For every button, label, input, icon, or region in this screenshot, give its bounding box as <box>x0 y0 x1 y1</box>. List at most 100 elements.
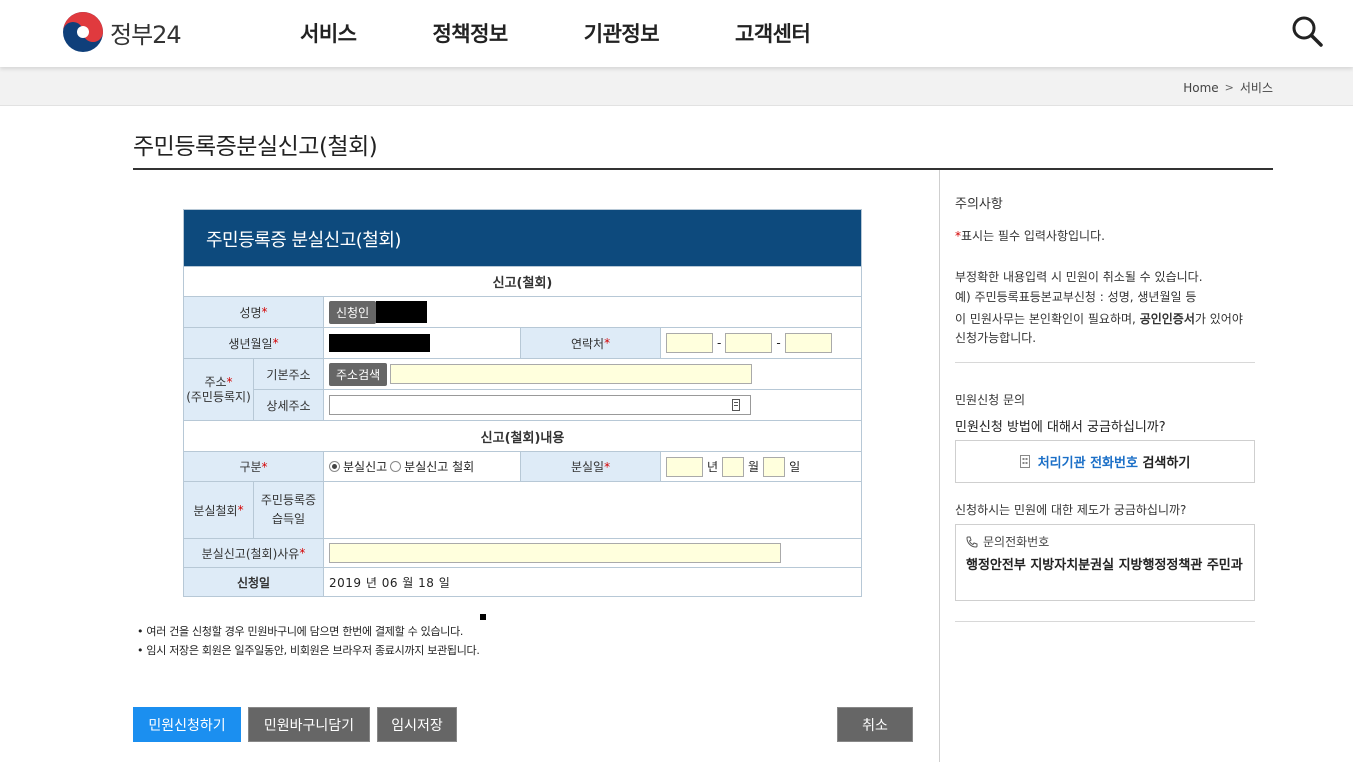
phone-part1-input[interactable] <box>666 333 713 353</box>
reason-value <box>324 539 861 567</box>
title-divider <box>133 168 1273 170</box>
phone-icon <box>966 536 978 548</box>
phone-org: 행정안전부 지방자치분권실 지방행정정책관 주민과 <box>966 558 1243 573</box>
contact-label: 연락처 * <box>521 328 661 358</box>
logo[interactable]: 정부24 <box>62 11 182 53</box>
note-temp-save: • 임시 저장은 회원은 일주일동안, 비회원은 브라우저 종료시까지 보관됩니… <box>137 644 480 657</box>
withdraw-label: 분실철회 * <box>184 482 254 538</box>
type-label: 구분 * <box>184 452 324 481</box>
lost-date-label-text: 분실일 <box>570 460 605 474</box>
note-basket: • 여러 건을 신청할 경우 민원바구니에 담으면 한번에 결제할 수 있습니다… <box>137 625 464 638</box>
required-mark: * <box>261 305 268 319</box>
address-label-text: 주소 <box>204 374 227 389</box>
breadcrumb-bar: Home > 서비스 <box>0 67 1353 106</box>
required-note: *표시는 필수 입력사항입니다. <box>955 227 1105 244</box>
inquiry-question: 민원신청 방법에 대해서 궁금하십니까? <box>955 420 1166 435</box>
agency-phone-search-button[interactable]: 처리기관 전화번호 검색하기 <box>955 440 1255 483</box>
chevron-right-icon: > <box>1224 81 1234 94</box>
system-question: 신청하시는 민원에 대한 제도가 궁금하십니까? <box>955 503 1187 517</box>
required-mark: * <box>272 336 279 350</box>
section-content-label: 신고(철회)내용 <box>480 430 565 446</box>
vertical-divider <box>939 170 940 762</box>
phone-info-box: 문의전화번호 행정안전부 지방자치분권실 지방행정정책관 주민과 <box>955 524 1255 601</box>
reason-input[interactable] <box>329 543 781 563</box>
breadcrumb-home[interactable]: Home <box>1183 81 1218 95</box>
keyboard-icon[interactable] <box>732 399 740 412</box>
marker-dot <box>480 614 486 620</box>
required-mark: * <box>237 503 244 517</box>
lost-day-input[interactable] <box>763 456 786 477</box>
found-date-value[interactable] <box>324 482 861 538</box>
lost-month-input[interactable] <box>722 456 745 477</box>
required-mark: * <box>226 374 233 389</box>
required-mark: * <box>299 546 306 560</box>
basic-address-input[interactable] <box>390 364 753 385</box>
lost-date-value: 년 월 일 <box>661 452 861 481</box>
basic-address-label: 기본주소 <box>254 359 324 390</box>
agency-search-text[interactable]: 검색하기 <box>1142 452 1190 471</box>
birth-label-text: 생년월일 <box>228 336 273 351</box>
found-date-label: 주민등록증 습득일 <box>254 482 324 538</box>
main-nav: 서비스 정책정보 기관정보 고객센터 <box>300 18 886 48</box>
detail-address-row: 상세주소 <box>254 389 861 420</box>
nav-customer[interactable]: 고객센터 <box>735 18 811 48</box>
section-report-header: 신고(철회) <box>184 266 861 296</box>
site-header: 정부24 서비스 정책정보 기관정보 고객센터 <box>0 0 1353 67</box>
temp-save-button[interactable]: 임시저장 <box>377 707 457 742</box>
phone-label: 문의전화번호 <box>983 535 1050 549</box>
lost-year-input[interactable] <box>666 456 703 477</box>
address-label: 주소* (주민등록지) <box>184 359 254 420</box>
lost-id-form: 주민등록증 분실신고(철회) 신고(철회) 성명 * 신청인 생년월일 * 연락처 *… <box>183 209 862 597</box>
detail-address-value <box>324 390 861 420</box>
address-sub-label: (주민등록지) <box>186 389 251 404</box>
search-icon[interactable] <box>1290 14 1324 48</box>
breadcrumb-current[interactable]: 서비스 <box>1240 79 1273 96</box>
inaccurate-note: 부정확한 내용입력 시 민원이 취소될 수 있습니다. <box>955 270 1203 284</box>
phone-dash: - <box>717 336 722 350</box>
cert-note-pre: 이 민원사무는 본인확인이 필요하며, <box>955 312 1136 326</box>
radio-lost-report[interactable] <box>329 461 340 472</box>
example-note: 예) 주민등록표등본교부신청 : 성명, 생년월일 등 <box>955 290 1197 304</box>
birth-label: 생년월일 * <box>184 328 324 358</box>
apply-date-value: 2019 년 06 월 18 일 <box>329 575 451 590</box>
building-icon <box>1019 455 1030 468</box>
row-type-date: 구분 * 분실신고 분실신고 철회 분실일 * 년 월 일 <box>184 451 861 481</box>
address-search-button[interactable]: 주소검색 <box>329 362 388 386</box>
form-notes: • 여러 건을 신청할 경우 민원바구니에 담으면 한번에 결제할 수 있습니다… <box>137 622 480 660</box>
row-reason: 분실신고(철회)사유 * <box>184 538 861 567</box>
radio-lost-withdraw[interactable] <box>390 461 402 472</box>
breadcrumb: Home > 서비스 <box>1183 79 1273 96</box>
nav-agency[interactable]: 기관정보 <box>584 18 660 48</box>
radio-lost-report-label[interactable]: 분실신고 <box>343 458 387 475</box>
phone-part2-input[interactable] <box>725 333 773 353</box>
required-mark: * <box>604 336 611 350</box>
month-unit: 월 <box>748 460 760 474</box>
inquiry-title: 민원신청 문의 <box>955 393 1026 407</box>
redacted-name <box>376 301 428 323</box>
name-value: 신청인 <box>324 297 861 327</box>
type-label-text: 구분 <box>239 460 262 474</box>
agency-phone-link[interactable]: 처리기관 전화번호 <box>1038 452 1138 471</box>
row-name: 성명 * 신청인 <box>184 296 861 327</box>
phone-part3-input[interactable] <box>784 333 832 353</box>
basket-button[interactable]: 민원바구니담기 <box>248 707 370 742</box>
radio-lost-withdraw-label[interactable]: 분실신고 철회 <box>404 458 474 475</box>
basic-address-row: 기본주소 주소검색 <box>254 359 861 390</box>
type-value: 분실신고 분실신고 철회 <box>324 452 521 481</box>
row-birth-contact: 생년월일 * 연락처 * - - <box>184 327 861 358</box>
form-title: 주민등록증 분실신고(철회) <box>184 210 861 266</box>
day-unit: 일 <box>789 460 801 474</box>
phone-label-row: 문의전화번호 <box>966 533 1244 550</box>
applicant-chip: 신청인 <box>329 300 377 324</box>
nav-policy[interactable]: 정책정보 <box>432 18 508 48</box>
cancel-button[interactable]: 취소 <box>837 707 913 742</box>
nav-service[interactable]: 서비스 <box>300 18 357 48</box>
year-unit: 년 <box>707 460 719 474</box>
phone-dash: - <box>776 336 781 350</box>
contact-value: - - <box>661 328 861 358</box>
reason-label: 분실신고(철회)사유 * <box>184 539 324 567</box>
detail-address-input[interactable] <box>329 395 751 416</box>
apply-button[interactable]: 민원신청하기 <box>133 707 241 742</box>
required-mark: * <box>261 459 268 474</box>
page-title: 주민등록증분실신고(철회) <box>133 134 378 160</box>
